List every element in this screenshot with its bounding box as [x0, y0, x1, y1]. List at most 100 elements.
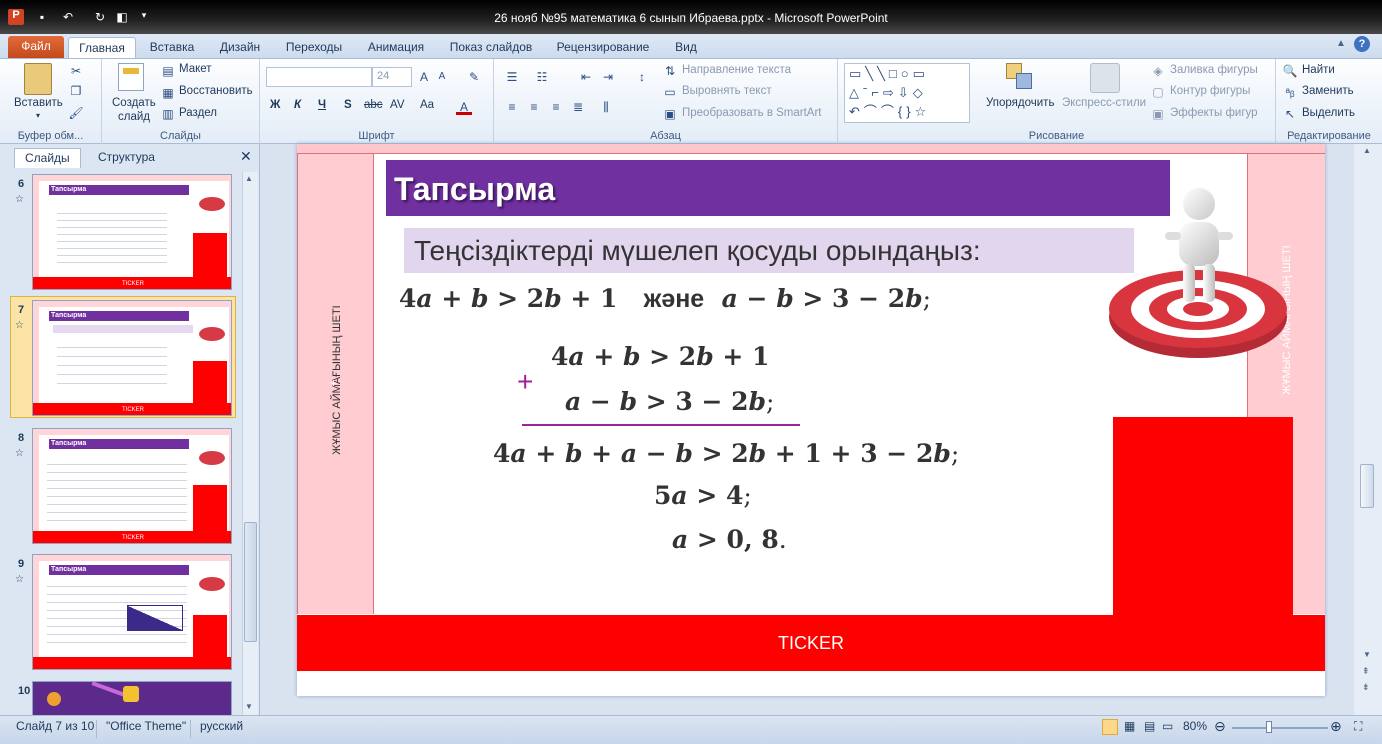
select-button[interactable]: Выделить [1302, 107, 1355, 119]
paste-dropdown-icon[interactable]: ▾ [36, 111, 40, 120]
shape-effects-button[interactable]: Эффекты фигур [1170, 107, 1258, 119]
help-icon[interactable]: ? [1354, 36, 1370, 52]
close-panel-icon[interactable]: ✕ [240, 148, 252, 165]
cut-icon[interactable]: ✂ [68, 63, 84, 79]
slide-thumb-6[interactable]: Тапсырма TICKER [32, 174, 232, 290]
slide-thumb-7[interactable]: Тапсырма TICKER [32, 300, 232, 416]
text-direction-icon[interactable]: ⇅ [662, 63, 678, 79]
clear-format-icon[interactable]: ✎ [466, 69, 482, 85]
replace-icon[interactable]: ᵃᵦ [1282, 84, 1298, 100]
paste-button[interactable]: Вставить [14, 97, 63, 109]
equation-line-3[interactable]: a − b > 3 − 2b; [565, 387, 774, 416]
char-spacing-button[interactable]: AV [390, 99, 405, 111]
layout-button[interactable]: Макет [179, 63, 212, 75]
slideshow-icon[interactable]: ▭ [1162, 719, 1173, 733]
normal-view-icon[interactable] [1102, 719, 1118, 735]
find-icon[interactable]: 🔍 [1282, 63, 1298, 79]
align-text-button[interactable]: Выровнять текст [682, 85, 772, 97]
convert-smartart-button[interactable]: Преобразовать в SmartArt [682, 107, 822, 119]
line-spacing-icon[interactable]: ↕ [634, 69, 650, 85]
zoom-out-icon[interactable]: ⊖ [1214, 718, 1226, 735]
subtitle-box[interactable]: Теңсіздіктерді мүшелеп қосуды орындаңыз: [404, 228, 1134, 273]
shape-fill-button[interactable]: Заливка фигуры [1170, 64, 1258, 76]
editor-scroll-thumb[interactable] [1360, 464, 1374, 508]
slide-thumb-9[interactable]: Тапсырма [32, 554, 232, 670]
shape-effects-icon[interactable]: ▣ [1150, 106, 1166, 122]
editor-scroll-down-icon[interactable]: ▼ [1363, 650, 1371, 659]
columns-icon[interactable]: ⫼ [598, 99, 614, 115]
numbering-icon[interactable]: ☷ [534, 69, 550, 85]
layout-icon[interactable]: ▤ [160, 63, 176, 79]
shape-outline-icon[interactable]: ▢ [1150, 84, 1166, 100]
italic-button[interactable]: К [294, 99, 301, 111]
arrange-button[interactable]: Упорядочить [986, 97, 1054, 109]
increase-indent-icon[interactable]: ⇥ [600, 69, 616, 85]
shrink-font-icon[interactable]: A [434, 69, 450, 85]
find-button[interactable]: Найти [1302, 64, 1335, 76]
tab-transitions[interactable]: Переходы [280, 37, 348, 58]
language[interactable]: русский [200, 719, 243, 733]
panel-scrollbar[interactable]: ▲ ▼ [242, 172, 258, 715]
reading-view-icon[interactable]: ▤ [1144, 719, 1155, 733]
bold-button[interactable]: Ж [270, 99, 280, 111]
strikethrough-button[interactable]: abc [364, 99, 383, 111]
zoom-slider-thumb[interactable] [1266, 721, 1272, 733]
tab-design[interactable]: Дизайн [212, 37, 268, 58]
font-name-combo[interactable] [266, 67, 372, 87]
new-slide-icon[interactable] [118, 63, 144, 91]
slide-thumb-8[interactable]: Тапсырма TICKER [32, 428, 232, 544]
quick-styles-button[interactable]: Экспресс-стили [1062, 97, 1146, 109]
shape-outline-button[interactable]: Контур фигуры [1170, 85, 1250, 97]
equation-line-4[interactable]: 4a + b + a − b > 2b + 1 + 3 − 2b; [493, 439, 959, 468]
smartart-icon[interactable]: ▣ [662, 106, 678, 122]
reset-button[interactable]: Восстановить [179, 85, 253, 97]
text-direction-button[interactable]: Направление текста [682, 64, 791, 76]
select-icon[interactable]: ↖ [1282, 106, 1298, 122]
new-slide-button[interactable]: Создать [112, 97, 156, 109]
prev-slide-icon[interactable]: ⇞ [1362, 666, 1370, 677]
tab-insert[interactable]: Вставка [142, 37, 202, 58]
tab-animation[interactable]: Анимация [360, 37, 432, 58]
slide-sorter-icon[interactable]: ▦ [1124, 719, 1135, 733]
section-icon[interactable]: ▥ [160, 106, 176, 122]
zoom-slider[interactable] [1232, 727, 1328, 729]
justify-icon[interactable]: ≣ [570, 99, 586, 115]
change-case-button[interactable]: Aa [420, 99, 434, 111]
section-button[interactable]: Раздел [179, 107, 217, 119]
align-left-icon[interactable]: ≡ [504, 99, 520, 115]
minimize-ribbon-icon[interactable]: ▲ [1336, 38, 1346, 49]
shadow-button[interactable]: S [344, 99, 352, 111]
tab-outline-panel[interactable]: Структура [88, 148, 165, 168]
target-figure-icon[interactable] [1109, 184, 1289, 364]
align-center-icon[interactable]: ≡ [526, 99, 542, 115]
equation-line-2[interactable]: 4a + b > 2b + 1 [551, 342, 769, 371]
tab-slides-panel[interactable]: Слайды [14, 148, 81, 168]
editor-scroll-up-icon[interactable]: ▲ [1363, 146, 1371, 155]
equation-line-1[interactable]: 4a + b > 2b + 1 және a − b > 3 − 2b; [399, 284, 931, 314]
scroll-down-icon[interactable]: ▼ [245, 702, 253, 711]
bullets-icon[interactable]: ☰ [504, 69, 520, 85]
decrease-indent-icon[interactable]: ⇤ [578, 69, 594, 85]
replace-button[interactable]: Заменить [1302, 85, 1354, 97]
paste-icon[interactable] [24, 63, 52, 95]
zoom-in-icon[interactable]: ⊕ [1330, 718, 1342, 735]
fit-to-window-icon[interactable]: ⛶ [1354, 719, 1362, 734]
underline-button[interactable]: Ч [318, 99, 326, 111]
align-right-icon[interactable]: ≡ [548, 99, 564, 115]
slide-thumb-10[interactable] [32, 681, 232, 715]
tab-home[interactable]: Главная [68, 37, 136, 58]
theme-name[interactable]: "Office Theme" [106, 719, 186, 733]
align-text-icon[interactable]: ▭ [662, 84, 678, 100]
grow-font-icon[interactable]: A [416, 69, 432, 85]
next-slide-icon[interactable]: ⇟ [1362, 682, 1370, 693]
quick-styles-icon[interactable] [1090, 63, 1120, 93]
slide-title-bar[interactable]: Тапсырма [386, 160, 1170, 216]
arrange-icon[interactable] [1006, 63, 1036, 93]
scroll-up-icon[interactable]: ▲ [245, 174, 253, 183]
format-painter-icon[interactable]: 🖌 [68, 105, 84, 121]
tab-review[interactable]: Рецензирование [550, 37, 656, 58]
slide-canvas[interactable]: ЖҰМЫС АЙМАҒЫНЫҢ ШЕТІ + ЖҰМЫС АЙМАҒЫНЫҢ Ш… [297, 144, 1325, 696]
panel-scroll-thumb[interactable] [244, 522, 257, 642]
zoom-level[interactable]: 80% [1183, 719, 1207, 733]
font-size-combo[interactable]: 24 [372, 67, 412, 87]
